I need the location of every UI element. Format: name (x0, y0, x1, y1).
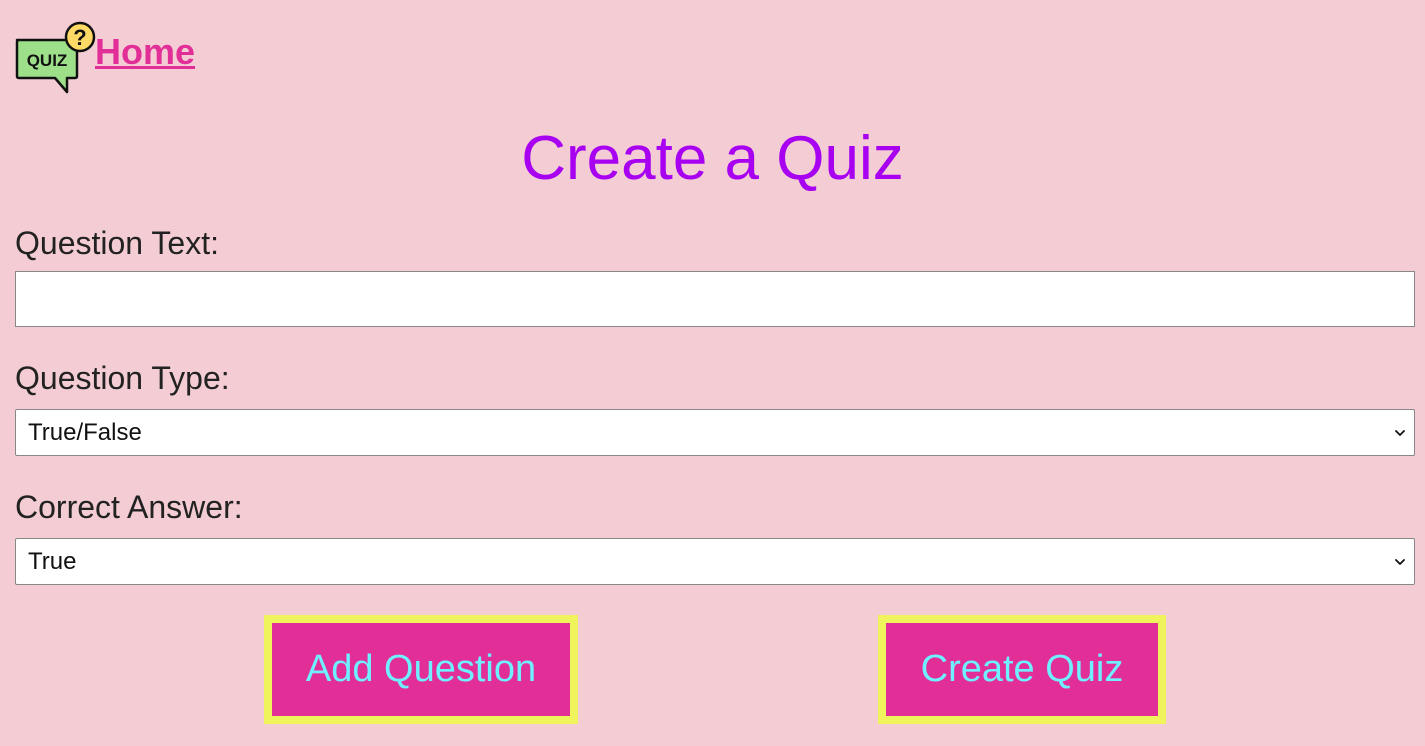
correct-answer-selected-value: True (28, 547, 77, 575)
question-type-label: Question Type: (15, 360, 230, 396)
logo-badge: ? (73, 25, 86, 50)
quiz-logo-icon: QUIZ ? (15, 21, 96, 94)
top-nav: QUIZ ? Home (15, 20, 195, 94)
chevron-down-icon (1395, 429, 1405, 436)
home-link[interactable]: Home (95, 34, 195, 70)
chevron-down-icon (1395, 558, 1405, 565)
correct-answer-label: Correct Answer: (15, 489, 243, 525)
question-type-selected-value: True/False (28, 418, 142, 446)
logo-text: QUIZ (27, 51, 68, 70)
correct-answer-select[interactable]: True (15, 538, 1415, 585)
create-quiz-button[interactable]: Create Quiz (878, 615, 1166, 724)
question-text-label: Question Text: (15, 225, 219, 261)
page-title: Create a Quiz (521, 124, 904, 193)
question-type-select[interactable]: True/False (15, 409, 1415, 456)
question-text-input[interactable] (15, 271, 1415, 327)
add-question-button[interactable]: Add Question (264, 615, 578, 724)
